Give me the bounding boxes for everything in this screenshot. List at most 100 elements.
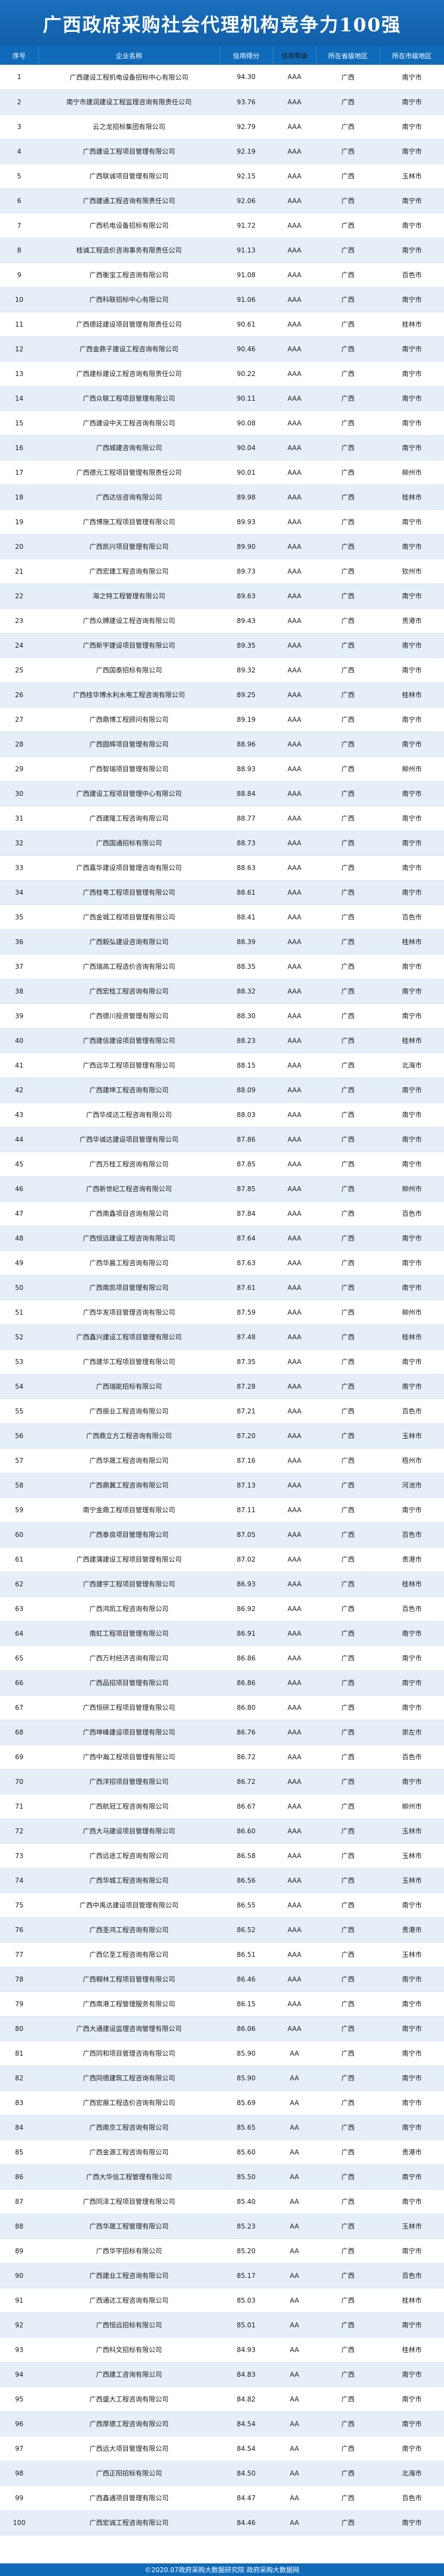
- row-credit-score: 86.52: [220, 1917, 273, 1943]
- row-province: 广西: [316, 707, 380, 732]
- row-company-name: 广西宏桂工程咨询有限公司: [38, 979, 220, 1004]
- row-credit-score: 84.54: [220, 2436, 273, 2461]
- row-province: 广西: [316, 2041, 380, 2066]
- row-index: 84: [0, 2115, 38, 2140]
- row-credit-grade: AAA: [273, 1893, 316, 1918]
- table-row: 58 广西鼎冀工程咨询有限公司 87.13 AAA 广西 河池市: [0, 1473, 444, 1498]
- row-city: 玉林市: [380, 2214, 444, 2239]
- row-credit-grade: AAA: [273, 1942, 316, 1967]
- row-province: 广西: [316, 2288, 380, 2313]
- row-index: 33: [0, 855, 38, 880]
- row-credit-grade: AAA: [273, 1522, 316, 1547]
- row-province: 广西: [316, 756, 380, 782]
- table-row: 98 广西正阳招标有限公司 84.50 AA 广西 北海市: [0, 2461, 444, 2486]
- row-company-name: 广西毅弘建设咨询有限公司: [38, 929, 220, 955]
- row-credit-grade: AA: [273, 2214, 316, 2239]
- row-city: 南宁市: [380, 1374, 444, 1399]
- row-credit-score: 86.56: [220, 1868, 273, 1893]
- row-credit-grade: AAA: [273, 756, 316, 782]
- row-company-name: 广西南凯项目管理有限公司: [38, 1275, 220, 1300]
- row-index: 81: [0, 2041, 38, 2066]
- row-index: 40: [0, 1028, 38, 1053]
- row-index: 93: [0, 2337, 38, 2362]
- row-province: 广西: [316, 1250, 380, 1276]
- row-credit-score: 88.35: [220, 954, 273, 979]
- table-row: 89 广西华宇招标有限公司 85.20 AA 广西 南宁市: [0, 2238, 444, 2264]
- row-credit-score: 88.84: [220, 781, 273, 806]
- row-company-name: 广西凯兴项目管理有限公司: [38, 534, 220, 559]
- row-index: 59: [0, 1497, 38, 1523]
- row-credit-score: 90.61: [220, 312, 273, 337]
- row-credit-score: 88.32: [220, 979, 273, 1004]
- row-company-name: 广西恒研工程项目管理有限公司: [38, 1695, 220, 1720]
- row-index: 36: [0, 929, 38, 955]
- row-index: 96: [0, 2411, 38, 2437]
- row-index: 15: [0, 411, 38, 436]
- row-credit-grade: AAA: [273, 65, 316, 90]
- row-credit-score: 93.76: [220, 89, 273, 115]
- row-city: 桂林市: [380, 485, 444, 510]
- table-row: 19 广西博施工程项目管理有限公司 89.93 AAA 广西 南宁市: [0, 509, 444, 535]
- row-credit-grade: AAA: [273, 1226, 316, 1251]
- table-row: 64 南虹工程项目管理有限公司 86.91 AAA 广西 南宁市: [0, 1621, 444, 1646]
- row-company-name: 广西华晟工程管理有限公司: [38, 2214, 220, 2239]
- row-city: 南宁市: [380, 139, 444, 164]
- row-province: 广西: [316, 1325, 380, 1350]
- table-row: 35 广西金城工程项目管理有限公司 88.41 AAA 广西 百色市: [0, 905, 444, 930]
- row-province: 广西: [316, 1695, 380, 1720]
- row-index: 53: [0, 1349, 38, 1374]
- table-row: 41 广西远华工程项目管理有限公司 88.15 AAA 广西 北海市: [0, 1053, 444, 1078]
- row-index: 77: [0, 1942, 38, 1967]
- row-credit-grade: AAA: [273, 1077, 316, 1103]
- row-province: 广西: [316, 1201, 380, 1226]
- row-city: 百色市: [380, 905, 444, 930]
- row-index: 66: [0, 1670, 38, 1696]
- row-city: 北海市: [380, 1053, 444, 1078]
- row-index: 97: [0, 2436, 38, 2461]
- row-company-name: 广西达信咨询有限公司: [38, 485, 220, 510]
- row-index: 65: [0, 1646, 38, 1671]
- row-province: 广西: [316, 682, 380, 708]
- row-province: 广西: [316, 608, 380, 633]
- row-city: 贵港市: [380, 1547, 444, 1572]
- row-credit-score: 85.50: [220, 2164, 273, 2190]
- row-province: 广西: [316, 411, 380, 436]
- row-index: 86: [0, 2164, 38, 2190]
- table-row: 37 广西瑞高工程造价咨询有限公司 88.35 AAA 广西 南宁市: [0, 954, 444, 979]
- row-credit-grade: AAA: [273, 411, 316, 436]
- row-city: 柳州市: [380, 1300, 444, 1325]
- table-row: 93 广西科文招标有限公司 84.93 AA 广西 桂林市: [0, 2337, 444, 2362]
- row-city: 南宁市: [380, 732, 444, 757]
- row-city: 南宁市: [380, 89, 444, 115]
- row-credit-score: 84.93: [220, 2337, 273, 2362]
- row-credit-score: 87.35: [220, 1349, 273, 1374]
- row-company-name: 广西远途工程咨询有限公司: [38, 1843, 220, 1868]
- row-city: 南宁市: [380, 287, 444, 312]
- row-index: 78: [0, 1967, 38, 1992]
- table-row: 45 广西万桂工程咨询有限公司 87.85 AAA 广西 南宁市: [0, 1152, 444, 1177]
- table-row: 100 广西宏诚工程咨询有限公司 84.46 AA 广西 南宁市: [0, 2510, 444, 2535]
- row-province: 广西: [316, 1991, 380, 2017]
- row-company-name: 广西建设工程项目管理中心有限公司: [38, 781, 220, 806]
- row-credit-grade: AAA: [273, 682, 316, 708]
- row-city: 南宁市: [380, 386, 444, 411]
- row-credit-score: 86.06: [220, 2016, 273, 2041]
- table-row: 96 广西厚德工程咨询有限公司 84.54 AA 广西 南宁市: [0, 2411, 444, 2437]
- row-province: 广西: [316, 262, 380, 288]
- table-row: 39 广西德川投资管理有限公司 88.30 AAA 广西 南宁市: [0, 1003, 444, 1029]
- row-province: 广西: [316, 2485, 380, 2511]
- row-index: 74: [0, 1868, 38, 1893]
- table-row: 76 广西圣鸿工程咨询有限公司 86.52 AAA 广西 贵港市: [0, 1917, 444, 1943]
- table-row: 12 广西金鼎子建设工程咨询有限公司 90.46 AAA 广西 南宁市: [0, 336, 444, 362]
- row-province: 广西: [316, 336, 380, 362]
- row-credit-grade: AAA: [273, 1250, 316, 1276]
- row-city: 玉林市: [380, 1942, 444, 1967]
- row-company-name: 广西金城工程项目管理有限公司: [38, 905, 220, 930]
- row-city: 百色市: [380, 1596, 444, 1621]
- row-city: 梧州市: [380, 1448, 444, 1473]
- row-city: 百色市: [380, 2485, 444, 2511]
- row-credit-grade: AAA: [273, 1374, 316, 1399]
- row-company-name: 广西建设工程机电设备招标中心有限公司: [38, 65, 220, 90]
- row-credit-grade: AAA: [273, 1991, 316, 2017]
- row-province: 广西: [316, 386, 380, 411]
